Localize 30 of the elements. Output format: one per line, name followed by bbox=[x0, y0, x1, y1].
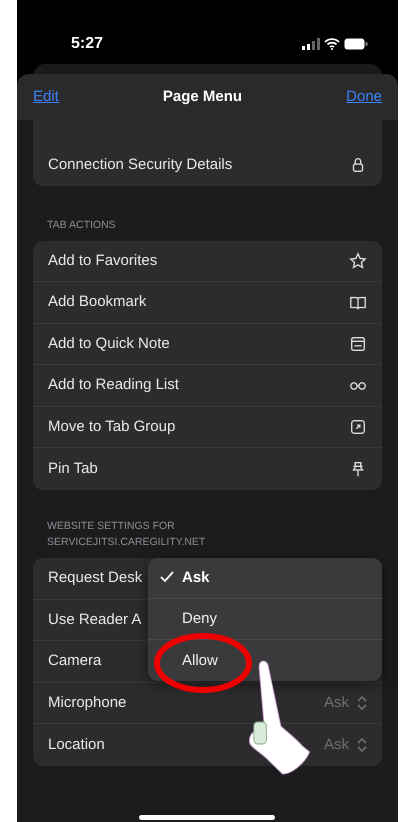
menu-option[interactable]: Allow bbox=[148, 640, 382, 682]
row-label[interactable]: Add to Favorites bbox=[48, 250, 158, 272]
section-header: WEBSITE SETTINGS FOR SERVICEJITSI.CAREGILITY.NET bbox=[46, 518, 206, 550]
chevron-up-down-icon bbox=[357, 738, 367, 752]
row-label[interactable]: Add to Quick Note bbox=[48, 332, 170, 356]
chevron-up-down-icon bbox=[357, 696, 367, 710]
row-label[interactable]: Camera bbox=[48, 650, 102, 673]
row-label[interactable]: Use Reader A bbox=[48, 608, 142, 632]
row-label[interactable]: Request Desk bbox=[48, 567, 142, 590]
menu-option[interactable]: Ask bbox=[148, 558, 382, 600]
row-label[interactable]: Microphone bbox=[48, 692, 126, 714]
menu-option[interactable]: Deny bbox=[148, 599, 382, 640]
sheet-title: Page Menu bbox=[162, 86, 242, 107]
row-label[interactable]: Location bbox=[48, 734, 105, 756]
battery-icon bbox=[344, 38, 368, 50]
row-label[interactable]: Add Bookmark bbox=[48, 291, 146, 314]
row-label[interactable]: Connection Security Details bbox=[48, 154, 232, 176]
row-label[interactable]: Pin Tab bbox=[48, 458, 98, 480]
star-icon bbox=[349, 252, 367, 270]
done-link[interactable]: Done bbox=[346, 86, 382, 108]
wifi-icon bbox=[324, 38, 340, 50]
status-time: 5:27 bbox=[71, 34, 104, 54]
edit-link[interactable]: Edit bbox=[33, 86, 59, 108]
row-label[interactable]: Add to Reading List bbox=[48, 374, 179, 397]
row-label[interactable]: Move to Tab Group bbox=[48, 416, 176, 438]
signal-icon bbox=[302, 38, 320, 50]
section-header: TAB ACTIONS bbox=[46, 218, 117, 232]
note-icon bbox=[349, 335, 367, 354]
arrow-box-icon bbox=[349, 418, 367, 436]
checkmark-icon bbox=[160, 571, 174, 584]
